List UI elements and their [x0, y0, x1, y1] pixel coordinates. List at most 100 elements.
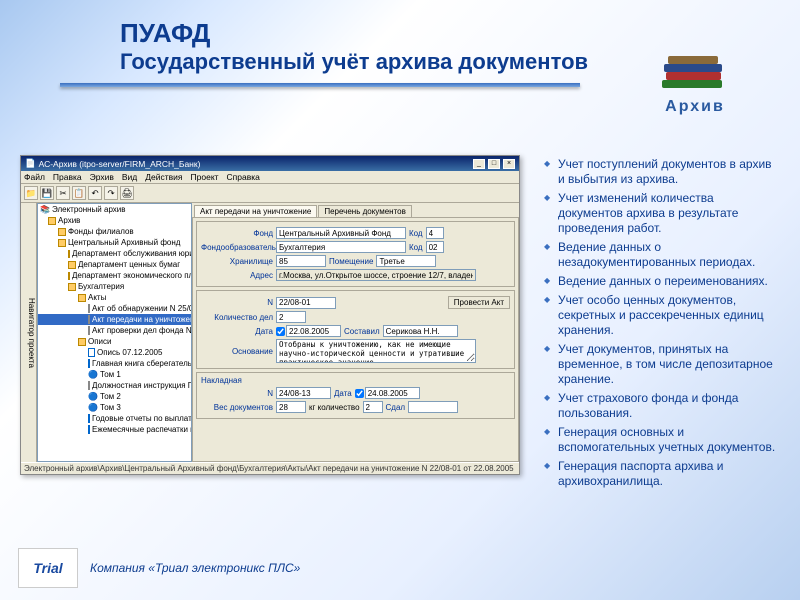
- tree-item[interactable]: Описи: [38, 336, 191, 347]
- tree-view[interactable]: 📚 Электронный архив Архив Фонды филиалов…: [37, 203, 192, 462]
- obraz-input[interactable]: [276, 241, 406, 253]
- tree-item[interactable]: Центральный Архивный фонд: [38, 237, 191, 248]
- list-item: Ведение данных о незадокументированных п…: [544, 238, 780, 272]
- navigator-tab[interactable]: Навигатор проекта: [21, 203, 37, 462]
- menu-edit[interactable]: Правка: [53, 172, 82, 182]
- toolbar-button[interactable]: 💾: [40, 186, 54, 200]
- toolbar-button[interactable]: 🖨: [120, 186, 134, 200]
- maximize-button[interactable]: □: [488, 159, 500, 169]
- toolbar-button[interactable]: 📋: [72, 186, 86, 200]
- nakl-date-checkbox[interactable]: [355, 389, 364, 398]
- osn-textarea[interactable]: Отобраны к уничтожению, как не имеющие н…: [276, 339, 476, 363]
- qty-input[interactable]: [363, 401, 383, 413]
- sdal-label: Сдал: [386, 403, 406, 412]
- ves-unit: кг количество: [309, 403, 360, 412]
- toolbar-button[interactable]: ↶: [88, 186, 102, 200]
- list-item: Учет изменений количества документов арх…: [544, 189, 780, 238]
- close-button[interactable]: ×: [503, 159, 515, 169]
- osn-label: Основание: [201, 347, 273, 356]
- nakl-date-input[interactable]: [365, 387, 420, 399]
- tree-item[interactable]: Должностная инструкция Главного бухгалте…: [38, 380, 191, 391]
- page-title-main: ПУАФД: [120, 18, 800, 49]
- tree-item-selected[interactable]: Акт передачи на уничтожение N 22/08-01 о…: [38, 314, 191, 325]
- menu-file[interactable]: Файл: [24, 172, 45, 182]
- menu-help[interactable]: Справка: [227, 172, 260, 182]
- divider-line: [60, 83, 580, 87]
- pom-label: Помещение: [329, 257, 373, 266]
- menu-archive[interactable]: Эрхив: [90, 172, 114, 182]
- minimize-button[interactable]: _: [473, 159, 485, 169]
- n-label: N: [201, 298, 273, 307]
- tree-item[interactable]: 🔵 Том 3: [38, 402, 191, 413]
- tab-act[interactable]: Акт передачи на уничтожение: [194, 205, 317, 217]
- tree-item[interactable]: Бухгалтерия: [38, 281, 191, 292]
- tree-item[interactable]: 🔵 Том 1: [38, 369, 191, 380]
- archive-logo: Архив: [650, 50, 740, 130]
- nakl-title: Накладная: [201, 376, 510, 385]
- ves-input[interactable]: [276, 401, 306, 413]
- tree-item[interactable]: Департамент ценных бумаг: [38, 259, 191, 270]
- tree-root[interactable]: 📚 Электронный архив: [38, 204, 191, 215]
- list-item: Генерация паспорта архива и архивохранил…: [544, 457, 780, 491]
- cases-label: Количество дел: [201, 313, 273, 322]
- tree-item[interactable]: Архив: [38, 215, 191, 226]
- n-input[interactable]: [276, 297, 336, 309]
- tree-item[interactable]: Опись 07.12.2005: [38, 347, 191, 358]
- list-item: Учет поступлений документов в архив и вы…: [544, 155, 780, 189]
- company-logo: Trial: [18, 548, 78, 588]
- feature-list: Учет поступлений документов в архив и вы…: [520, 155, 780, 550]
- kod2-input[interactable]: [426, 241, 444, 253]
- run-act-button[interactable]: Провести Акт: [448, 296, 510, 309]
- date-checkbox[interactable]: [276, 327, 285, 336]
- tree-item[interactable]: Акт проверки дел фонда N 24-08/01 от 24.…: [38, 325, 191, 336]
- sdal-input[interactable]: [408, 401, 458, 413]
- tree-item[interactable]: Фонды филиалов: [38, 226, 191, 237]
- pom-input[interactable]: [376, 255, 436, 267]
- sostavil-input[interactable]: [383, 325, 458, 337]
- list-item: Учет особо ценных документов, секретных …: [544, 291, 780, 340]
- cases-input[interactable]: [276, 311, 306, 323]
- list-item: Ведение данных о переименованиях.: [544, 272, 780, 291]
- list-item: Учет страхового фонда и фонда пользовани…: [544, 389, 780, 423]
- sostavil-label: Составил: [344, 327, 380, 336]
- status-bar: Электронный архив\Архив\Центральный Архи…: [21, 462, 519, 474]
- kod-label: Код: [409, 229, 423, 238]
- toolbar-button[interactable]: ✂: [56, 186, 70, 200]
- tree-item[interactable]: 🔵 Том 2: [38, 391, 191, 402]
- obraz-label: Фондообразователь: [201, 243, 273, 252]
- tree-item[interactable]: Акты: [38, 292, 191, 303]
- app-icon: 📄: [25, 158, 36, 169]
- toolbar-button[interactable]: ↷: [104, 186, 118, 200]
- menu-project[interactable]: Проект: [191, 172, 219, 182]
- window-title: АС-Архив (itpo-server/FIRM_ARCH_Банк): [39, 159, 470, 169]
- list-item: Учет документов, принятых на временное, …: [544, 340, 780, 389]
- toolbar: 📁 💾 ✂ 📋 ↶ ↷ 🖨: [21, 184, 519, 203]
- ves-label: Вес документов: [201, 403, 273, 412]
- tree-item[interactable]: Главная книга сберегательного банка за 2…: [38, 358, 191, 369]
- hran-label: Хранилище: [201, 257, 273, 266]
- menu-view[interactable]: Вид: [122, 172, 137, 182]
- kod-input[interactable]: [426, 227, 444, 239]
- fond-label: Фонд: [201, 229, 273, 238]
- kod2-label: Код: [409, 243, 423, 252]
- date-label: Дата: [201, 327, 273, 336]
- nakl-n-label: N: [201, 389, 273, 398]
- addr-input: [276, 269, 476, 281]
- date-input[interactable]: [286, 325, 341, 337]
- addr-label: Адрес: [201, 271, 273, 280]
- list-item: Генерация основных и вспомогательных уче…: [544, 423, 780, 457]
- window-titlebar: 📄 АС-Архив (itpo-server/FIRM_ARCH_Банк) …: [21, 156, 519, 171]
- tree-item[interactable]: Департамент обслуживания юридических лиц…: [38, 248, 191, 259]
- toolbar-button[interactable]: 📁: [24, 186, 38, 200]
- tree-item[interactable]: Департамент экономического планирования: [38, 270, 191, 281]
- nakl-n-input[interactable]: [276, 387, 331, 399]
- menu-actions[interactable]: Действия: [145, 172, 182, 182]
- tree-item[interactable]: Годовые отчеты по выплатам налогов в бюд…: [38, 413, 191, 424]
- tree-item[interactable]: Ежемесячные распечатки по расчетному сче…: [38, 424, 191, 435]
- company-name: Компания «Триал электроникс ПЛС»: [90, 561, 300, 575]
- tab-list[interactable]: Перечень документов: [318, 205, 412, 217]
- app-window: 📄 АС-Архив (itpo-server/FIRM_ARCH_Банк) …: [20, 155, 520, 475]
- fond-input[interactable]: [276, 227, 406, 239]
- hran-input[interactable]: [276, 255, 326, 267]
- tree-item[interactable]: Акт об обнаружении N 25/08-01 от 25.08.2…: [38, 303, 191, 314]
